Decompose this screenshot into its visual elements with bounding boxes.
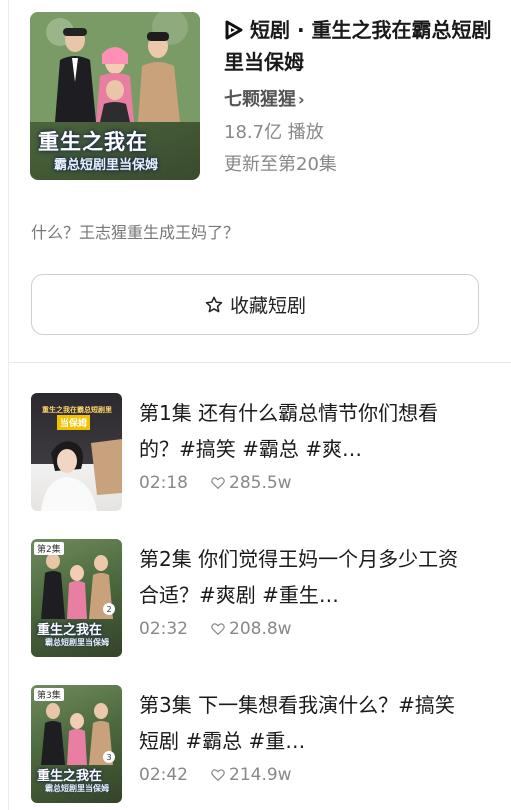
episode-likes: 208.8w (229, 619, 292, 639)
episode-meta: 02:18 285.5w (139, 473, 469, 493)
thumb-subtitle-text: 霸总短剧里当保姆 (45, 783, 109, 793)
play-logo-icon (225, 20, 243, 40)
favorite-drama-button[interactable]: 收藏短剧 (31, 274, 479, 335)
svg-text:3: 3 (106, 753, 111, 762)
cover-people-illustration (30, 12, 200, 122)
thumb-banner: 重生之我在霸总短剧里 (42, 406, 112, 414)
episode-meta: 02:42 214.9w (139, 765, 469, 785)
thumb-subtitle-text: 霸总短剧里当保姆 (45, 637, 109, 647)
episode-title[interactable]: 第1集 还有什么霸总情节你们想看的？#搞笑 #霸总 #爽… (139, 395, 469, 467)
drama-title[interactable]: 短剧 · 重生之我在霸总短剧里当保姆 (224, 14, 494, 78)
heart-outline-icon (211, 477, 225, 489)
episode-item-3[interactable]: 3 第3集 重生之我在 霸总短剧里当保姆 第3集 下一集想看我演什么？#搞笑短剧… (31, 685, 491, 805)
episode-likes: 214.9w (229, 765, 292, 785)
episode-title[interactable]: 第2集 你们觉得王妈一个月多少工资合适？#爽剧 #重生… (139, 541, 469, 613)
drama-cover-image[interactable]: 重生之我在 霸总短剧里当保姆 (30, 12, 200, 180)
thumb-person-illustration (41, 439, 122, 511)
heart-outline-icon (211, 769, 225, 781)
svg-text:2: 2 (106, 605, 111, 614)
drama-info: 短剧 · 重生之我在霸总短剧里当保姆 七颗猩猩 › 18.7亿 播放 更新至第20… (224, 14, 494, 178)
section-divider (9, 362, 511, 363)
author-name: 七颗猩猩 (224, 89, 296, 110)
update-status: 更新至第20集 (224, 154, 337, 175)
drama-description: 什么？王志猩重生成王妈了？ (31, 223, 240, 242)
cover-subtitle-text: 霸总短剧里当保姆 (54, 158, 159, 173)
author-link[interactable]: 七颗猩猩 › (224, 88, 494, 112)
heart-outline-icon (211, 623, 225, 635)
star-outline-icon (205, 296, 223, 312)
favorite-button-label: 收藏短剧 (229, 295, 306, 317)
episode-duration: 02:42 (139, 765, 188, 785)
thumb-title-text: 重生之我在 (37, 623, 103, 638)
thumb-episode-tag: 第2集 (34, 542, 64, 555)
episode-2-info: 第2集 你们觉得王妈一个月多少工资合适？#爽剧 #重生… 02:32 208.8… (139, 541, 469, 639)
episode-1-info: 第1集 还有什么霸总情节你们想看的？#搞笑 #霸总 #爽… 02:18 285.… (139, 395, 469, 493)
episode-item-2[interactable]: 2 第2集 重生之我在 霸总短剧里当保姆 第2集 你们觉得王妈一个月多少工资合适… (31, 539, 491, 659)
episode-title[interactable]: 第3集 下一集想看我演什么？#搞笑短剧 #霸总 #重… (139, 687, 469, 759)
thumb-title-text: 重生之我在 (37, 769, 103, 784)
episode-duration: 02:32 (139, 619, 188, 639)
episode-item-1[interactable]: 重生之我在霸总短剧里 当保姆 第1集 还有什么霸总情节你们想看的？#搞笑 #霸总… (31, 393, 491, 513)
thumb-box: 当保姆 (57, 415, 91, 430)
drama-category: 短剧 (250, 18, 290, 42)
episode-3-info: 第3集 下一集想看我演什么？#搞笑短剧 #霸总 #重… 02:42 214.9w (139, 687, 469, 785)
title-separator: · (290, 18, 312, 42)
cover-title-text: 重生之我在 (38, 129, 148, 154)
episode-3-thumbnail[interactable]: 3 第3集 重生之我在 霸总短剧里当保姆 (31, 685, 122, 803)
left-divider (8, 0, 9, 810)
episode-meta: 02:32 208.8w (139, 619, 469, 639)
episode-1-thumbnail[interactable]: 重生之我在霸总短剧里 当保姆 (31, 393, 122, 511)
thumb-episode-tag: 第3集 (34, 688, 64, 701)
episode-2-thumbnail[interactable]: 2 第2集 重生之我在 霸总短剧里当保姆 (31, 539, 122, 657)
episode-duration: 02:18 (139, 473, 188, 493)
drama-header: 重生之我在 霸总短剧里当保姆 短剧 · 重生之我在霸总短剧里当保姆 七颗猩猩 › … (30, 12, 492, 182)
episode-likes: 285.5w (229, 473, 292, 493)
chevron-right-icon: › (298, 90, 305, 109)
play-count: 18.7亿 播放 (224, 122, 324, 143)
